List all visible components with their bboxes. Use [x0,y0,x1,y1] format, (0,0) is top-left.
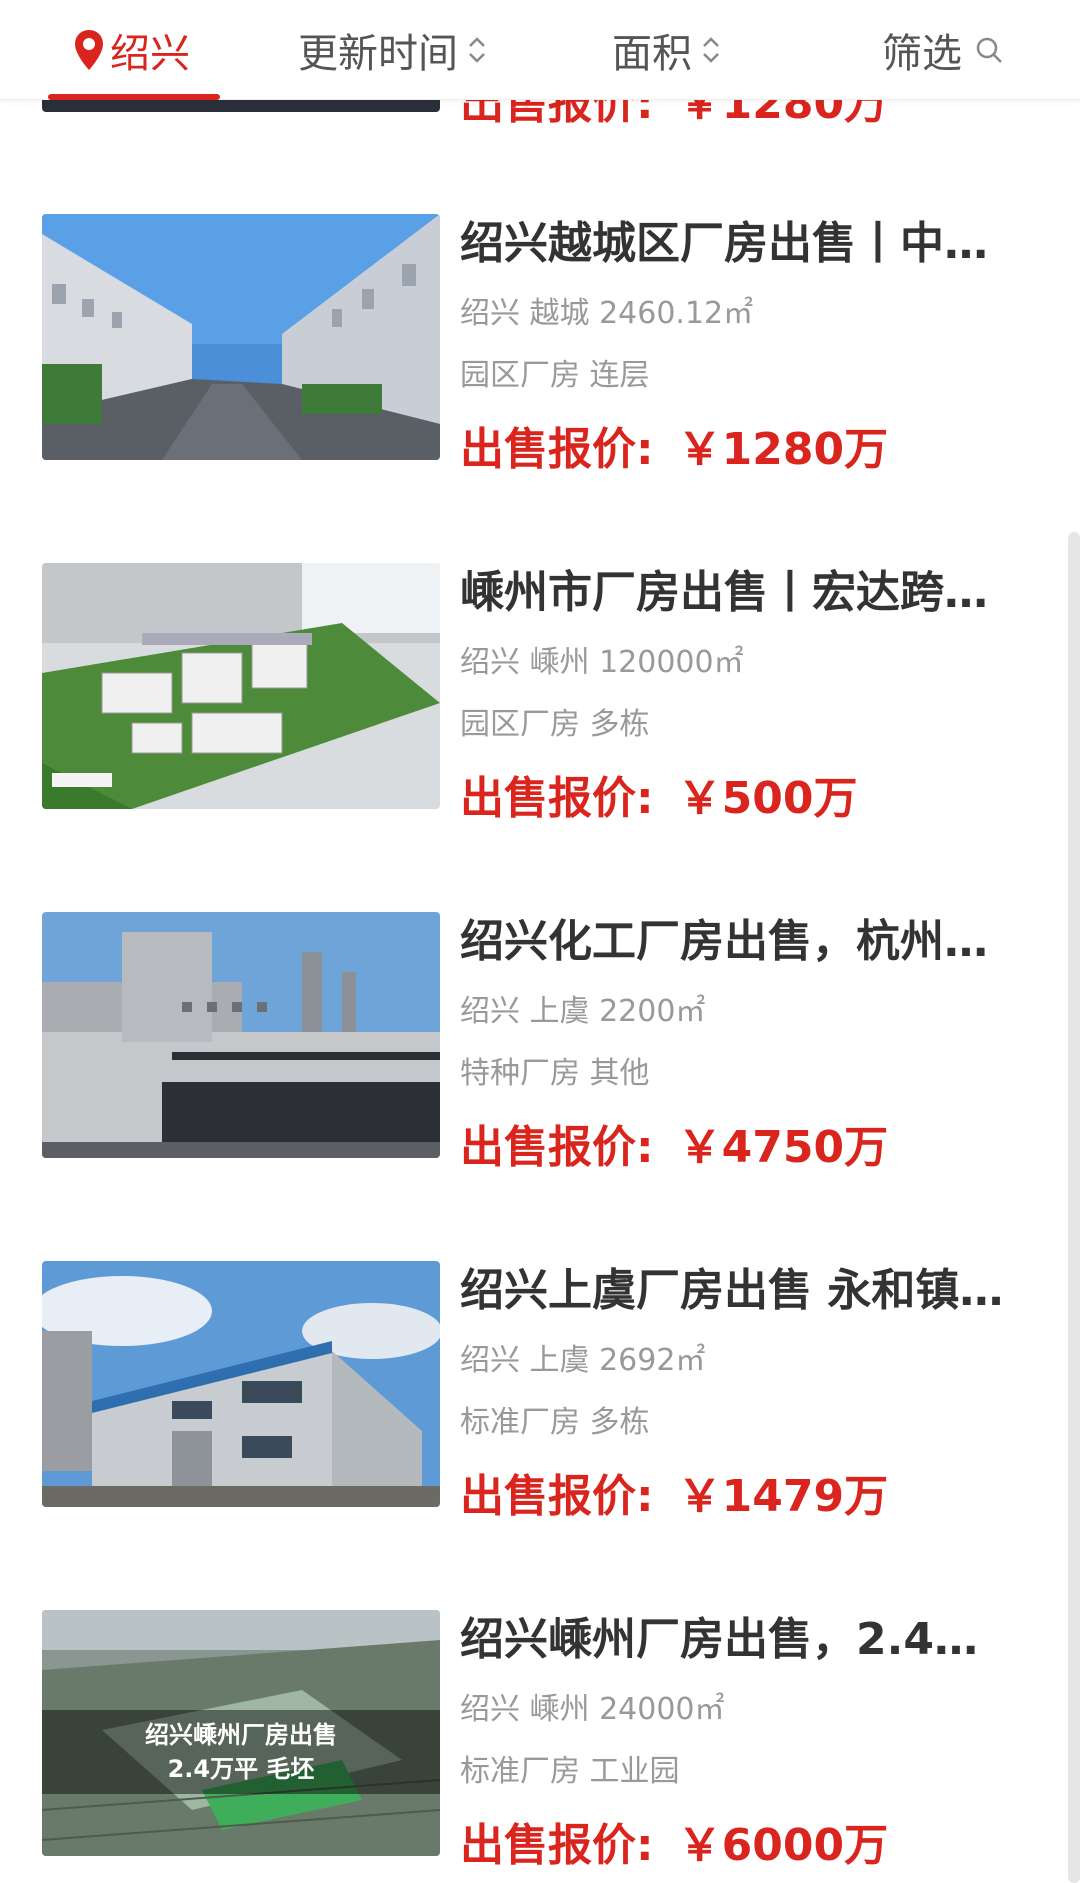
price-value: ￥500万 [677,773,858,824]
listing-thumbnail [42,1261,440,1507]
listing-tags: 标准厂房 工业园 [460,1754,680,1789]
listing-price-row: 出售报价: ￥1479万 [460,1467,1020,1527]
listing-tags: 园区厂房 多栋 [460,707,650,742]
listing-thumbnail [42,563,440,809]
location-pin-icon [75,30,103,70]
list-item[interactable]: 绍兴嵊州厂房出售 2.4万平 毛坯 绍兴嵊州厂房出售，2.4万… 绍兴 嵊州 2… [0,1610,1080,1883]
price-value: ￥4750万 [677,1122,889,1173]
city-label: 绍兴 [110,31,190,77]
listing-info: 绍兴化工厂房出售，杭州… 绍兴 上虞 2200㎡ 特种厂房 其他 出售报价: ￥4… [460,912,1020,1178]
price-value: ￥1479万 [677,1471,889,1522]
list-item-partial[interactable]: 出售报价: ￥1280万 [0,78,1080,160]
filter-bar: 绍兴 更新时间 面积 筛选 [0,0,1080,100]
sort-updown-icon [703,37,719,63]
listing-title[interactable]: 嵊州市厂房出售丨宏达跨… [460,563,1020,623]
sort-time-label: 更新时间 [298,31,458,77]
sort-updown-icon [469,37,485,63]
price-label: 出售报价: [460,1820,654,1871]
scrollbar[interactable] [1068,532,1080,1883]
listing-location-area: 绍兴 上虞 2200㎡ [460,994,706,1029]
chemical-factory-photo [42,912,440,1158]
listing-price-row: 出售报价: ￥500万 [460,769,1020,829]
listing-info: 绍兴嵊州厂房出售，2.4万… 绍兴 嵊州 24000㎡ 标准厂房 工业园 出售报… [460,1610,1020,1876]
listing-price-row: 出售报价: ￥6000万 [460,1816,1020,1876]
listing-tags: 标准厂房 多栋 [460,1405,650,1440]
sort-by-area[interactable]: 面积 [612,0,722,100]
list-item[interactable]: 绍兴越城区厂房出售丨中… 绍兴 越城 2460.12㎡ 园区厂房 连层 出售报价… [0,214,1080,504]
listing-price-row: 出售报价: ￥4750万 [460,1118,1020,1178]
search-icon [976,37,1002,63]
price-value: ￥6000万 [677,1820,889,1871]
listing-page: 绍兴 更新时间 面积 筛选 出售报价: ￥1280万 绍兴越城区厂房出售丨中… … [0,0,1080,1883]
listing-title[interactable]: 绍兴上虞厂房出售 永和镇… [460,1261,1020,1321]
image-caption-line1: 绍兴嵊州厂房出售 [145,1721,337,1749]
listing-location-area: 绍兴 嵊州 24000㎡ [460,1692,725,1727]
list-item[interactable]: 绍兴上虞厂房出售 永和镇… 绍兴 上虞 2692㎡ 标准厂房 多栋 出售报价: ￥… [0,1261,1080,1551]
list-item[interactable]: 嵊州市厂房出售丨宏达跨… 绍兴 嵊州 120000㎡ 园区厂房 多栋 出售报价:… [0,563,1080,853]
sort-area-label: 面积 [612,31,692,77]
city-selector[interactable]: 绍兴 [72,0,190,100]
listing-location-area: 绍兴 越城 2460.12㎡ [460,296,754,331]
filter-label: 筛选 [882,31,962,77]
listing-tags: 特种厂房 其他 [460,1056,650,1091]
listing-info: 绍兴越城区厂房出售丨中… 绍兴 越城 2460.12㎡ 园区厂房 连层 出售报价… [460,214,1020,480]
price-label: 出售报价: [460,1471,654,1522]
listing-location-area: 绍兴 嵊州 120000㎡ [460,645,744,680]
price-label: 出售报价: [460,773,654,824]
sort-by-update-time[interactable]: 更新时间 [298,0,488,100]
factory-photo [42,214,440,460]
active-tab-underline [48,94,220,100]
listing-thumbnail: 绍兴嵊州厂房出售 2.4万平 毛坯 [42,1610,440,1856]
listing-price-row: 出售报价: ￥1280万 [460,420,1020,480]
image-caption-line2: 2.4万平 毛坯 [167,1755,315,1783]
listing-info: 绍兴上虞厂房出售 永和镇… 绍兴 上虞 2692㎡ 标准厂房 多栋 出售报价: ￥… [460,1261,1020,1527]
listing-title[interactable]: 绍兴化工厂房出售，杭州… [460,912,1020,972]
listing-location-area: 绍兴 上虞 2692㎡ [460,1343,706,1378]
listing-info: 嵊州市厂房出售丨宏达跨… 绍兴 嵊州 120000㎡ 园区厂房 多栋 出售报价:… [460,563,1020,829]
image-caption: 绍兴嵊州厂房出售 2.4万平 毛坯 [42,1710,440,1794]
listing-tags: 园区厂房 连层 [460,358,650,393]
listing-thumbnail-partial [42,100,440,112]
price-label: 出售报价: [460,424,654,475]
filter-button[interactable]: 筛选 [882,0,1004,100]
standard-factory-photo [42,1261,440,1507]
listing-thumbnail [42,214,440,460]
price-label: 出售报价: [460,1122,654,1173]
listing-title[interactable]: 绍兴越城区厂房出售丨中… [460,214,1020,274]
list-item[interactable]: 绍兴化工厂房出售，杭州… 绍兴 上虞 2200㎡ 特种厂房 其他 出售报价: ￥4… [0,912,1080,1202]
price-value: ￥1280万 [677,424,889,475]
listing-thumbnail [42,912,440,1158]
listing-title[interactable]: 绍兴嵊州厂房出售，2.4万… [460,1610,1020,1670]
factory-model-photo [42,563,440,809]
